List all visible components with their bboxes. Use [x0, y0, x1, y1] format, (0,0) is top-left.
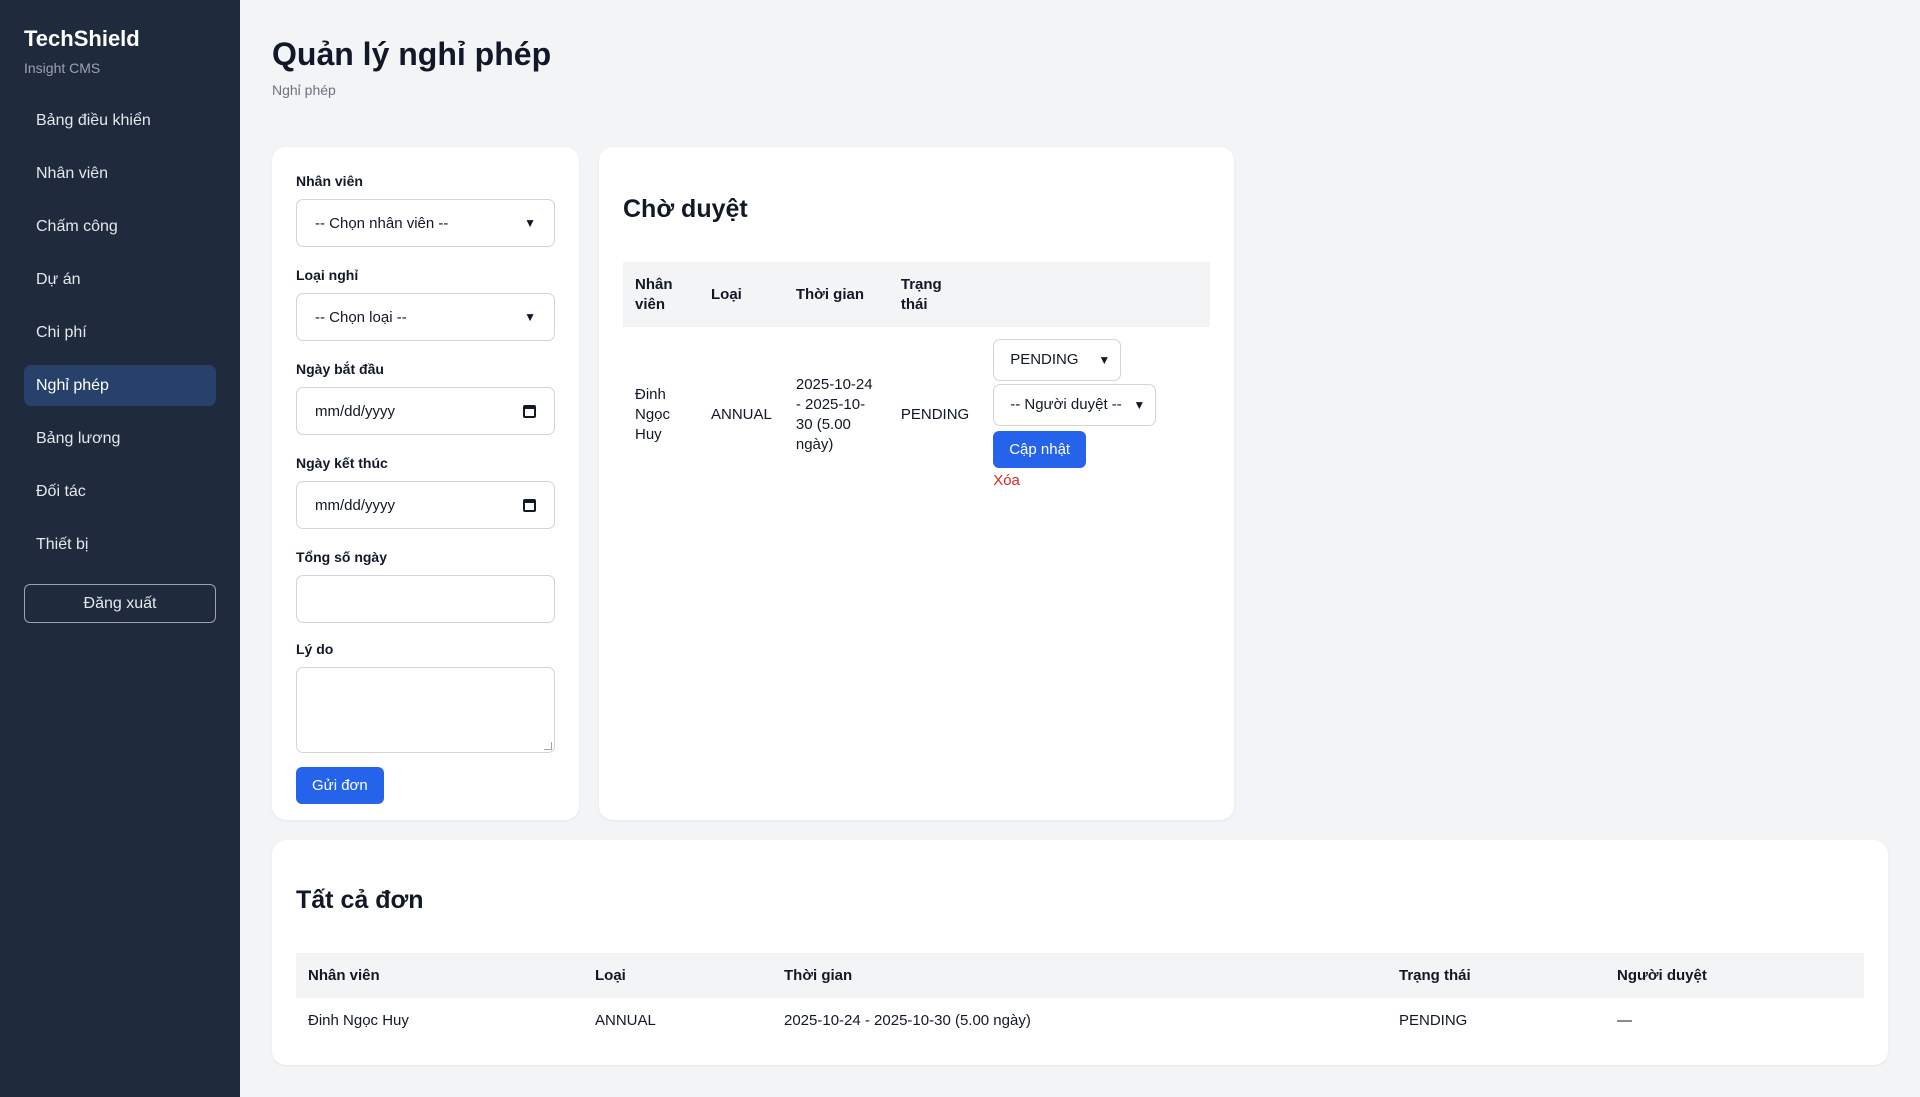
total-days-label: Tổng số ngày [296, 549, 387, 565]
col-period: Thời gian [772, 953, 1387, 998]
col-employee: Nhân viên [623, 262, 699, 327]
col-type: Loại [699, 262, 784, 327]
sidebar-item-partners[interactable]: Đối tác [24, 471, 216, 512]
chevron-down-icon: ▼ [1133, 398, 1146, 412]
calendar-icon[interactable] [523, 404, 536, 418]
cell-period: 2025-10-24 - 2025-10-30 (5.00 ngày) [795, 376, 873, 453]
status-select-value: PENDING [1010, 351, 1079, 368]
end-date-input[interactable]: mm/dd/yyyy [296, 481, 555, 529]
approver-select-value: -- Người duyệt -- [1010, 396, 1122, 413]
sidebar-item-leave[interactable]: Nghỉ phép [24, 365, 216, 406]
approver-select[interactable]: -- Người duyệt -- ▼ [993, 384, 1157, 426]
breadcrumb: Nghỉ phép [272, 82, 336, 98]
submit-button[interactable]: Gửi đơn [296, 767, 384, 804]
start-date-input[interactable]: mm/dd/yyyy [296, 387, 555, 435]
calendar-icon[interactable] [523, 498, 536, 512]
total-days-input[interactable] [296, 575, 555, 623]
end-date-label: Ngày kết thúc [296, 455, 388, 471]
col-status: Trạng thái [888, 262, 982, 327]
col-period: Thời gian [783, 262, 889, 327]
delete-link[interactable]: Xóa [993, 471, 1198, 491]
sidebar-item-devices[interactable]: Thiết bị [24, 524, 216, 565]
chevron-down-icon: ▼ [1098, 353, 1111, 367]
all-requests-table: Nhân viên Loại Thời gian Trạng thái Ngườ… [296, 953, 1864, 1043]
cell-employee: Đinh Ngọc Huy [308, 1012, 409, 1029]
cell-type: ANNUAL [711, 406, 772, 423]
brand-subtitle: Insight CMS [24, 60, 101, 76]
sidebar: TechShield Insight CMS Bảng điều khiển N… [0, 0, 240, 1097]
cell-status: PENDING [1399, 1012, 1468, 1029]
employee-label: Nhân viên [296, 173, 363, 189]
col-actions [981, 262, 1210, 327]
pending-table: Nhân viên Loại Thời gian Trạng thái Đinh… [623, 262, 1210, 503]
sidebar-item-attendance[interactable]: Chấm công [24, 206, 216, 247]
sidebar-item-payroll[interactable]: Bảng lương [24, 418, 216, 459]
sidebar-item-dashboard[interactable]: Bảng điều khiển [24, 100, 216, 141]
cell-actions: PENDING ▼ -- Người duyệt -- ▼ Cập nhật X… [981, 327, 1210, 503]
leave-type-select[interactable]: -- Chọn loại -- ▼ [296, 293, 555, 341]
employee-select-value: -- Chọn nhân viên -- [315, 214, 449, 232]
all-requests-title: Tất cả đơn [296, 886, 424, 914]
col-employee: Nhân viên [296, 953, 583, 998]
reason-label: Lý do [296, 641, 334, 657]
end-date-placeholder: mm/dd/yyyy [315, 496, 396, 514]
page-title: Quản lý nghỉ phép [272, 36, 552, 72]
logout-button[interactable]: Đăng xuất [24, 584, 216, 623]
chevron-down-icon: ▼ [524, 216, 536, 230]
cell-approver: — [1617, 1012, 1632, 1029]
leave-type-label: Loại nghỉ [296, 267, 359, 283]
sidebar-item-expenses[interactable]: Chi phí [24, 312, 216, 353]
table-header-row: Nhân viên Loại Thời gian Trạng thái [623, 262, 1210, 327]
cell-period: 2025-10-24 - 2025-10-30 (5.00 ngày) [784, 1012, 1031, 1029]
table-row: Đinh Ngọc Huy ANNUAL 2025-10-24 - 2025-1… [623, 327, 1210, 503]
pending-approvals-card: Chờ duyệt Nhân viên Loại Thời gian Trạng… [599, 147, 1234, 820]
sidebar-item-projects[interactable]: Dự án [24, 259, 216, 300]
resize-grip-icon[interactable] [544, 742, 552, 750]
employee-select[interactable]: -- Chọn nhân viên -- ▼ [296, 199, 555, 247]
table-header-row: Nhân viên Loại Thời gian Trạng thái Ngườ… [296, 953, 1864, 998]
start-date-placeholder: mm/dd/yyyy [315, 402, 396, 420]
cell-status: PENDING [900, 406, 970, 423]
cell-type: ANNUAL [595, 1012, 656, 1029]
pending-title: Chờ duyệt [623, 195, 748, 223]
col-type: Loại [583, 953, 772, 998]
status-select[interactable]: PENDING ▼ [993, 339, 1122, 381]
leave-request-form: Nhân viên -- Chọn nhân viên -- ▼ Loại ng… [272, 147, 579, 820]
table-row: Đinh Ngọc Huy ANNUAL 2025-10-24 - 2025-1… [296, 998, 1864, 1043]
chevron-down-icon: ▼ [524, 310, 536, 324]
sidebar-item-employees[interactable]: Nhân viên [24, 153, 216, 194]
col-status: Trạng thái [1387, 953, 1605, 998]
update-button[interactable]: Cập nhật [993, 431, 1087, 468]
sidebar-nav: Bảng điều khiển Nhân viên Chấm công Dự á… [24, 100, 216, 565]
cell-employee: Đinh Ngọc Huy [635, 386, 671, 443]
all-requests-card: Tất cả đơn Nhân viên Loại Thời gian Trạn… [272, 840, 1888, 1065]
leave-type-select-value: -- Chọn loại -- [315, 308, 407, 326]
col-approver: Người duyệt [1605, 953, 1864, 998]
reason-textarea[interactable] [296, 667, 555, 753]
start-date-label: Ngày bắt đầu [296, 361, 384, 377]
brand-title: TechShield [24, 26, 140, 51]
